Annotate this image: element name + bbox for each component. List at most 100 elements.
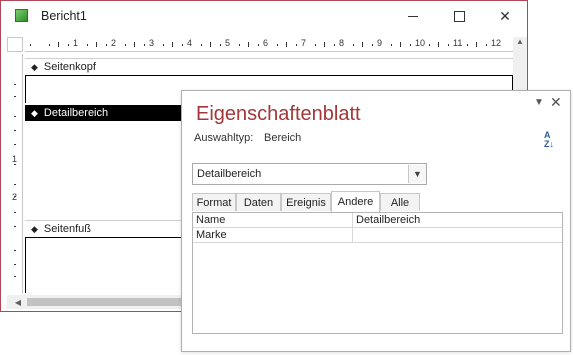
ruler-tick bbox=[29, 44, 31, 46]
ruler-number: 3 bbox=[149, 38, 155, 48]
property-value[interactable]: Detailbereich bbox=[353, 213, 562, 227]
ruler-tick bbox=[248, 42, 249, 47]
panel-menu-icon[interactable]: ▼ bbox=[534, 97, 544, 108]
combo-value: Detailbereich bbox=[197, 168, 262, 180]
property-tabs: Format Daten Ereignis Andere Alle bbox=[192, 191, 562, 212]
ruler-tick bbox=[257, 44, 259, 46]
property-grid: Name Detailbereich Marke bbox=[192, 212, 563, 334]
selection-type-label: Auswahltyp: bbox=[194, 132, 254, 144]
tab-format[interactable]: Format bbox=[192, 193, 236, 211]
horizontal-ruler[interactable]: 1 2 3 4 5 6 7 8 9 10 11 12 bbox=[25, 37, 513, 52]
ruler-tick bbox=[400, 42, 401, 47]
report-icon bbox=[15, 9, 28, 22]
scroll-left-icon[interactable]: ◀ bbox=[11, 295, 25, 309]
ruler-number: 11 bbox=[453, 38, 463, 48]
scroll-up-icon[interactable]: ▲ bbox=[513, 37, 527, 51]
ruler-corner[interactable] bbox=[7, 37, 23, 52]
object-selector-combo[interactable]: Detailbereich ▼ bbox=[192, 163, 427, 185]
ruler-number: 1 bbox=[12, 154, 18, 164]
tab-daten[interactable]: Daten bbox=[236, 193, 281, 211]
tab-andere[interactable]: Andere bbox=[331, 191, 380, 212]
ruler-tick bbox=[134, 42, 135, 47]
ruler-tick bbox=[200, 44, 202, 46]
ruler-tick bbox=[58, 42, 59, 47]
property-name: Name bbox=[193, 213, 353, 227]
ruler-tick bbox=[219, 44, 221, 46]
ruler-tick bbox=[324, 42, 325, 47]
ruler-tick bbox=[14, 276, 16, 277]
ruler-tick bbox=[143, 44, 145, 46]
ruler-tick bbox=[162, 44, 164, 46]
ruler-tick bbox=[390, 44, 392, 46]
ruler-number: 9 bbox=[377, 38, 383, 48]
ruler-tick bbox=[67, 44, 69, 46]
ruler-tick bbox=[466, 44, 468, 46]
ruler-tick bbox=[14, 130, 16, 131]
ruler-tick bbox=[485, 44, 487, 46]
ruler-tick bbox=[409, 44, 411, 46]
ruler-tick bbox=[14, 212, 16, 213]
ruler-number: 10 bbox=[415, 38, 426, 48]
section-header-label: Seitenkopf bbox=[43, 61, 96, 73]
ruler-number: 1 bbox=[73, 38, 79, 48]
section-detail-label: Detailbereich bbox=[43, 107, 109, 119]
property-value[interactable] bbox=[353, 228, 562, 242]
ruler-tick bbox=[14, 144, 16, 145]
property-row[interactable]: Name Detailbereich bbox=[193, 213, 562, 228]
maximize-button[interactable] bbox=[436, 1, 482, 32]
sort-icon[interactable]: A Z↓ bbox=[544, 131, 560, 153]
ruler-number: 2 bbox=[12, 192, 18, 202]
ruler-tick bbox=[210, 42, 211, 47]
panel-close-icon[interactable]: ✕ bbox=[550, 94, 562, 111]
ruler-tick bbox=[172, 42, 173, 47]
ruler-tick bbox=[333, 44, 335, 46]
ruler-tick bbox=[14, 226, 16, 227]
section-header-bar[interactable]: ◆ Seitenkopf bbox=[25, 58, 513, 76]
ruler-tick bbox=[286, 42, 287, 47]
section-arrow-icon: ◆ bbox=[31, 107, 38, 118]
ruler-tick bbox=[14, 264, 16, 265]
report-title: Bericht1 bbox=[41, 9, 87, 23]
ruler-tick bbox=[438, 42, 439, 47]
ruler-number: 7 bbox=[301, 38, 307, 48]
ruler-tick bbox=[96, 42, 97, 47]
section-arrow-icon: ◆ bbox=[31, 61, 38, 72]
property-row[interactable]: Marke bbox=[193, 228, 562, 243]
property-name: Marke bbox=[193, 228, 353, 242]
maximize-icon bbox=[453, 11, 465, 22]
ruler-tick bbox=[14, 250, 16, 251]
section-arrow-icon: ◆ bbox=[31, 223, 38, 234]
ruler-number: 12 bbox=[491, 38, 502, 48]
minimize-button[interactable] bbox=[390, 1, 436, 32]
ruler-number: 8 bbox=[339, 38, 345, 48]
ruler-tick bbox=[86, 44, 88, 46]
ruler-tick bbox=[428, 44, 430, 46]
ruler-tick bbox=[181, 44, 183, 46]
ruler-tick bbox=[314, 44, 316, 46]
tab-alle[interactable]: Alle bbox=[380, 193, 420, 211]
ruler-tick bbox=[14, 84, 16, 85]
ruler-number: 6 bbox=[263, 38, 269, 48]
close-icon: ✕ bbox=[499, 8, 511, 24]
chevron-down-icon[interactable]: ▼ bbox=[408, 165, 426, 183]
ruler-number: 4 bbox=[187, 38, 193, 48]
vertical-ruler[interactable]: 12 bbox=[7, 54, 23, 294]
tab-ereignis[interactable]: Ereignis bbox=[281, 193, 331, 211]
ruler-tick bbox=[447, 44, 449, 46]
selection-type-value: Bereich bbox=[264, 132, 302, 144]
section-footer-label: Seitenfuß bbox=[43, 223, 92, 235]
ruler-tick bbox=[352, 44, 354, 46]
ruler-tick bbox=[476, 42, 477, 47]
report-titlebar[interactable]: Bericht1 ✕ bbox=[1, 1, 527, 32]
property-sheet-title: Eigenschaftenblatt bbox=[196, 103, 361, 125]
ruler-tick bbox=[14, 164, 16, 165]
property-sheet-panel: Eigenschaftenblatt ▼ ✕ Auswahltyp: Berei… bbox=[181, 90, 571, 352]
ruler-number: 2 bbox=[111, 38, 117, 48]
ruler-tick bbox=[14, 96, 16, 97]
ruler-tick bbox=[238, 44, 240, 46]
ruler-tick bbox=[276, 44, 278, 46]
ruler-tick bbox=[14, 184, 16, 185]
ruler-tick bbox=[295, 44, 297, 46]
ruler-number: 5 bbox=[225, 38, 231, 48]
close-button[interactable]: ✕ bbox=[482, 1, 528, 32]
